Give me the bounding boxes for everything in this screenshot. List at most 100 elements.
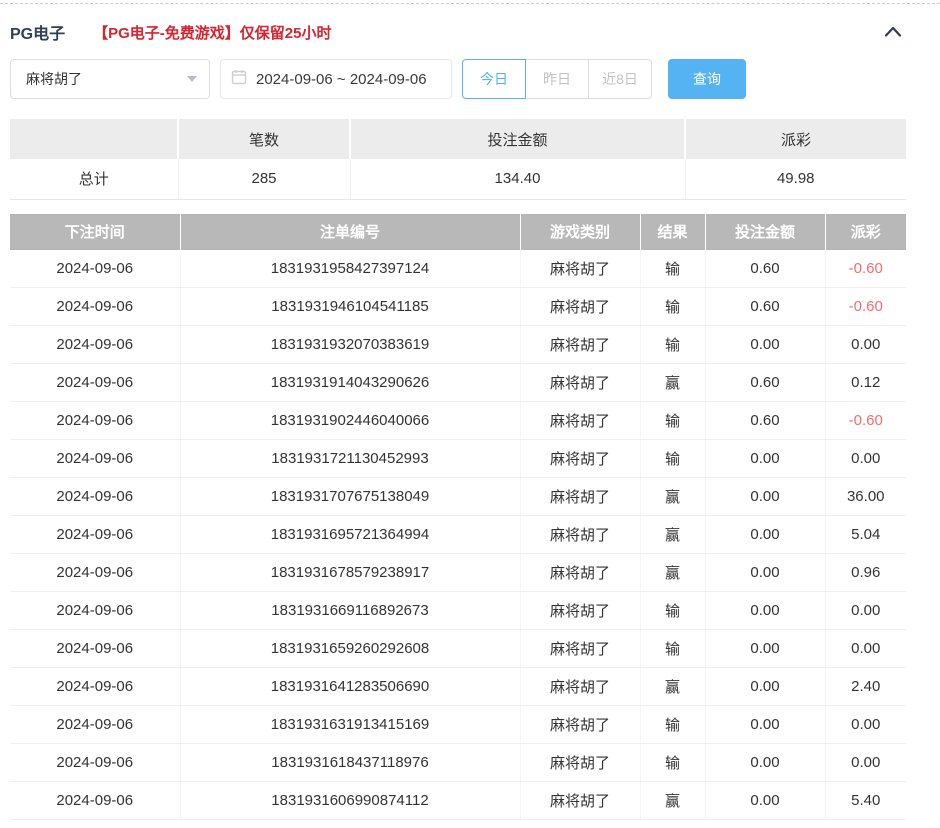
cell-bet-time: 2024-09-06 (10, 364, 180, 402)
summary-header-blank (10, 119, 178, 159)
cell-bet-amount: 0.00 (705, 516, 825, 554)
cell-bet-amount: 0.60 (705, 402, 825, 440)
records-header-bet-time: 下注时间 (10, 214, 180, 250)
table-row: 2024-09-06 1831931606990874112 麻将胡了 赢 0.… (10, 782, 906, 820)
collapse-panel-button[interactable] (880, 21, 906, 44)
cell-bet-amount: 0.60 (705, 250, 825, 288)
table-row: 2024-09-06 1831931946104541185 麻将胡了 输 0.… (10, 288, 906, 326)
cell-bet-time: 2024-09-06 (10, 516, 180, 554)
cell-result: 输 (640, 402, 705, 440)
cell-bet-amount: 0.00 (705, 630, 825, 668)
cell-bet-time: 2024-09-06 (10, 706, 180, 744)
cell-bet-time: 2024-09-06 (10, 326, 180, 364)
date-range-input[interactable]: 2024-09-06 ~ 2024-09-06 (220, 59, 452, 99)
cell-order-id: 1831931958427397124 (180, 250, 520, 288)
cell-order-id: 1831931707675138049 (180, 478, 520, 516)
cell-result: 赢 (640, 478, 705, 516)
cell-result: 输 (640, 744, 705, 782)
cell-game-type: 麻将胡了 (520, 706, 640, 744)
cell-order-id: 1831931721130452993 (180, 440, 520, 478)
cell-order-id: 1831931669116892673 (180, 592, 520, 630)
cell-bet-amount: 0.00 (705, 478, 825, 516)
cell-bet-time: 2024-09-06 (10, 402, 180, 440)
panel-subtitle: 【PG电子-免费游戏】仅保留25小时 (93, 22, 331, 43)
today-button[interactable]: 今日 (462, 59, 526, 99)
cell-result: 输 (640, 250, 705, 288)
chevron-down-icon (187, 76, 197, 82)
cell-result: 输 (640, 288, 705, 326)
cell-game-type: 麻将胡了 (520, 402, 640, 440)
summary-header-payout: 派彩 (685, 119, 906, 159)
cell-order-id: 1831931914043290626 (180, 364, 520, 402)
cell-payout: 36.00 (825, 478, 906, 516)
cell-payout: 0.12 (825, 364, 906, 402)
summary-header-count: 笔数 (178, 119, 350, 159)
summary-total-row: 总计 285 134.40 49.98 (10, 159, 906, 199)
cell-bet-time: 2024-09-06 (10, 782, 180, 820)
cell-result: 赢 (640, 364, 705, 402)
cell-game-type: 麻将胡了 (520, 364, 640, 402)
cell-order-id: 1831931659260292608 (180, 630, 520, 668)
cell-game-type: 麻将胡了 (520, 554, 640, 592)
date-range-value: 2024-09-06 ~ 2024-09-06 (256, 71, 427, 88)
cell-bet-time: 2024-09-06 (10, 668, 180, 706)
cell-result: 输 (640, 440, 705, 478)
panel-title: PG电子 (10, 20, 65, 44)
cell-result: 赢 (640, 554, 705, 592)
game-select[interactable]: 麻将胡了 (10, 59, 210, 99)
cell-bet-amount: 0.00 (705, 782, 825, 820)
summary-header-row: 笔数 投注金额 派彩 (10, 119, 906, 159)
cell-bet-amount: 0.60 (705, 364, 825, 402)
cell-game-type: 麻将胡了 (520, 440, 640, 478)
cell-payout: 0.00 (825, 630, 906, 668)
cell-bet-time: 2024-09-06 (10, 554, 180, 592)
cell-result: 输 (640, 592, 705, 630)
cell-order-id: 1831931946104541185 (180, 288, 520, 326)
cell-game-type: 麻将胡了 (520, 250, 640, 288)
summary-table: 笔数 投注金额 派彩 总计 285 134.40 49.98 (10, 119, 906, 200)
yesterday-button[interactable]: 昨日 (525, 59, 589, 99)
summary-total-bet-amount: 134.40 (350, 159, 685, 199)
cell-result: 赢 (640, 782, 705, 820)
cell-bet-amount: 0.00 (705, 706, 825, 744)
cell-bet-time: 2024-09-06 (10, 478, 180, 516)
search-button[interactable]: 查询 (668, 59, 746, 99)
records-header-result: 结果 (640, 214, 705, 250)
cell-game-type: 麻将胡了 (520, 744, 640, 782)
cell-bet-time: 2024-09-06 (10, 744, 180, 782)
cell-payout: 0.00 (825, 326, 906, 364)
cell-bet-time: 2024-09-06 (10, 592, 180, 630)
table-row: 2024-09-06 1831931641283506690 麻将胡了 赢 0.… (10, 668, 906, 706)
cell-order-id: 1831931932070383619 (180, 326, 520, 364)
records-header-row: 下注时间 注单编号 游戏类别 结果 投注金额 派彩 (10, 214, 906, 250)
cell-game-type: 麻将胡了 (520, 288, 640, 326)
table-row: 2024-09-06 1831931958427397124 麻将胡了 输 0.… (10, 250, 906, 288)
records-header-order-id: 注单编号 (180, 214, 520, 250)
cell-result: 赢 (640, 668, 705, 706)
cell-order-id: 1831931631913415169 (180, 706, 520, 744)
game-select-value: 麻将胡了 (26, 69, 82, 89)
records-tbody: 2024-09-06 1831931958427397124 麻将胡了 输 0.… (10, 250, 906, 820)
records-header-payout: 派彩 (825, 214, 906, 250)
table-row: 2024-09-06 1831931932070383619 麻将胡了 输 0.… (10, 326, 906, 364)
cell-game-type: 麻将胡了 (520, 326, 640, 364)
cell-order-id: 1831931618437118976 (180, 744, 520, 782)
last-8-days-button[interactable]: 近8日 (588, 59, 652, 99)
summary-total-label: 总计 (10, 159, 178, 199)
pg-records-panel: PG电子 【PG电子-免费游戏】仅保留25小时 麻将胡了 2024-09-06 … (0, 14, 940, 820)
table-row: 2024-09-06 1831931902446040066 麻将胡了 输 0.… (10, 402, 906, 440)
cell-game-type: 麻将胡了 (520, 668, 640, 706)
calendar-icon (231, 69, 256, 89)
cell-payout: 0.00 (825, 706, 906, 744)
cell-bet-amount: 0.00 (705, 326, 825, 364)
cell-result: 输 (640, 326, 705, 364)
cell-bet-time: 2024-09-06 (10, 630, 180, 668)
cell-order-id: 1831931678579238917 (180, 554, 520, 592)
cell-game-type: 麻将胡了 (520, 478, 640, 516)
cell-order-id: 1831931641283506690 (180, 668, 520, 706)
table-row: 2024-09-06 1831931914043290626 麻将胡了 赢 0.… (10, 364, 906, 402)
cell-bet-amount: 0.00 (705, 440, 825, 478)
cell-payout: 5.40 (825, 782, 906, 820)
cell-payout: 5.04 (825, 516, 906, 554)
cell-payout: -0.60 (825, 250, 906, 288)
